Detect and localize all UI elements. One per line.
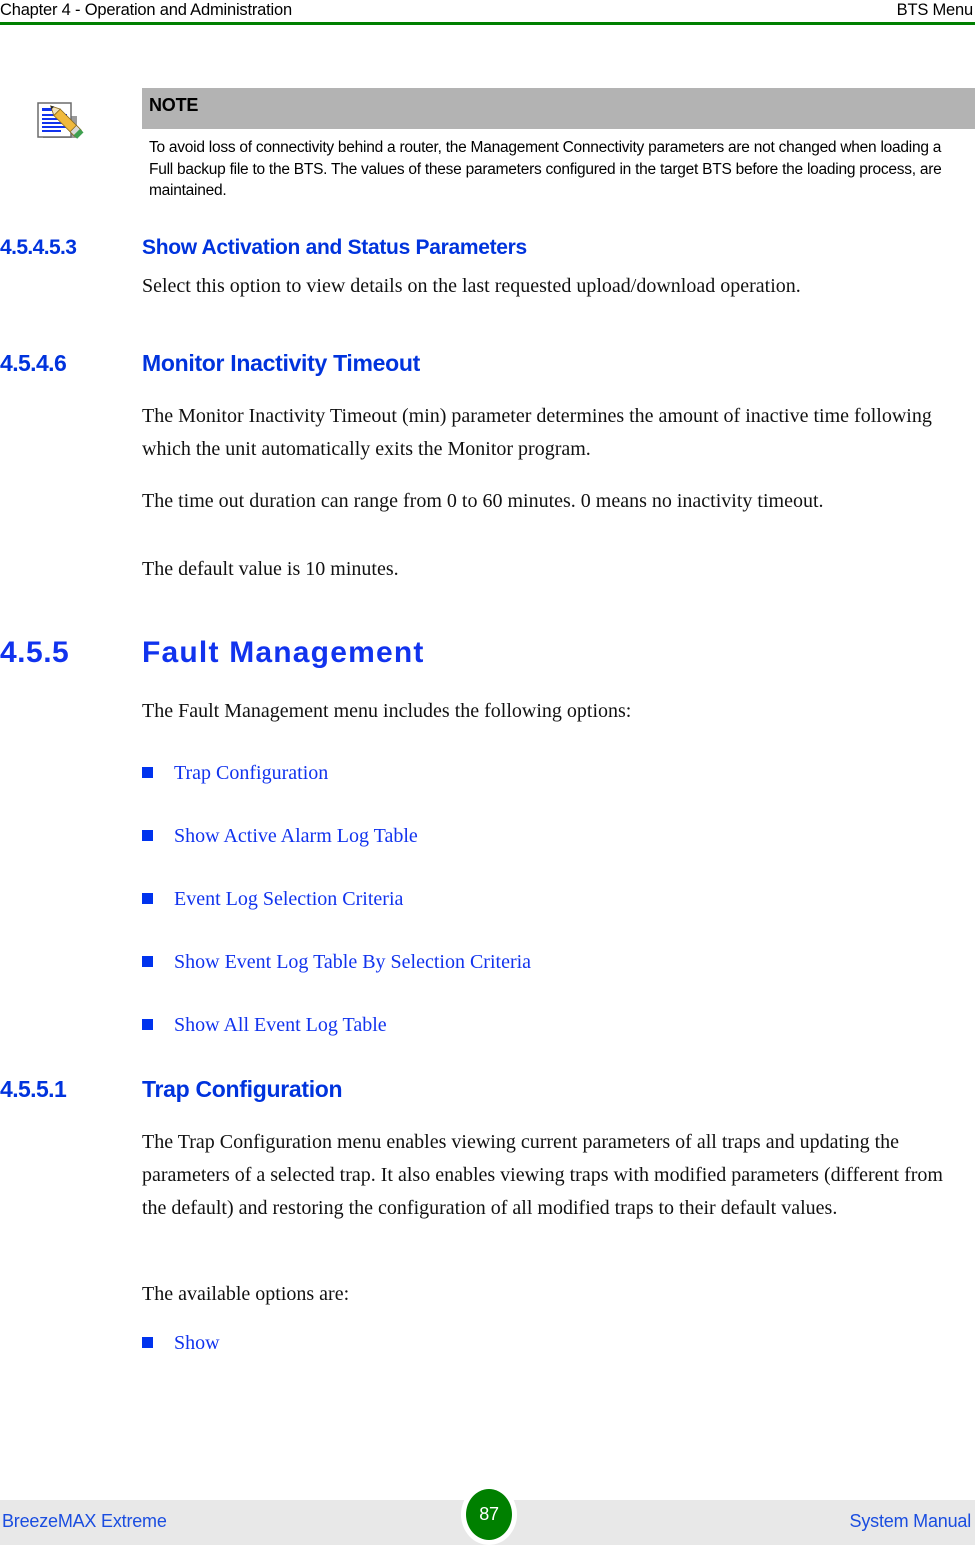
heading-4-5-5-1: 4.5.5.1 Trap Configuration [0,1076,975,1103]
paragraph-monitor-timeout-2: The time out duration can range from 0 t… [142,490,824,512]
list-item[interactable]: Show Active Alarm Log Table [142,823,962,849]
header-section-title: BTS Menu [896,1,974,19]
page-number: 87 [479,1504,499,1524]
bullet-square-icon [142,893,153,904]
note-text: To avoid loss of connectivity behind a r… [149,139,942,199]
paragraph-monitor-timeout-1: The Monitor Inactivity Timeout (min) par… [142,405,932,460]
link-show-all-event-log-table[interactable]: Show All Event Log Table [174,1012,387,1038]
heading-4-5-4-5-3: 4.5.4.5.3 Show Activation and Status Par… [0,236,975,260]
link-show[interactable]: Show [174,1330,220,1356]
paragraph-fault-management-intro: The Fault Management menu includes the f… [142,700,632,722]
bullet-square-icon [142,1019,153,1030]
header-divider-rule [0,22,975,25]
list-item[interactable]: Show Event Log Table By Selection Criter… [142,949,962,975]
heading-title: Monitor Inactivity Timeout [142,350,421,376]
heading-number: 4.5.4.6 [0,350,67,376]
note-body: NOTE To avoid loss of connectivity behin… [142,88,975,202]
link-show-event-log-table-by-selection-criteria[interactable]: Show Event Log Table By Selection Criter… [174,949,531,975]
link-show-active-alarm-log-table[interactable]: Show Active Alarm Log Table [174,823,418,849]
bullet-square-icon [142,1337,153,1348]
page-number-disc: 87 [466,1489,512,1540]
bullet-square-icon [142,956,153,967]
heading-4-5-5: 4.5.5 Fault Management [0,636,975,670]
heading-number: 4.5.5.1 [0,1076,67,1102]
bullet-square-icon [142,767,153,778]
notepad-pencil-icon [30,93,88,151]
heading-number: 4.5.5 [0,636,70,669]
list-item[interactable]: Event Log Selection Criteria [142,886,962,912]
link-trap-configuration[interactable]: Trap Configuration [174,760,328,786]
note-title: NOTE [149,95,199,115]
heading-title: Show Activation and Status Parameters [142,236,527,259]
note-title-bar: NOTE [142,88,975,129]
paragraph-trap-configuration: The Trap Configuration menu enables view… [142,1131,943,1219]
footer-document-type: System Manual [849,1511,972,1531]
paragraph-available-options: The available options are: [142,1283,350,1305]
link-event-log-selection-criteria[interactable]: Event Log Selection Criteria [174,886,403,912]
paragraph-show-activation: Select this option to view details on th… [142,275,801,297]
list-item[interactable]: Show [142,1330,962,1356]
page-number-badge: 87 [461,1484,517,1545]
footer-product-name: BreezeMAX Extreme [2,1511,167,1531]
heading-4-5-4-6: 4.5.4.6 Monitor Inactivity Timeout [0,350,975,377]
heading-number: 4.5.4.5.3 [0,236,77,259]
heading-title: Fault Management [142,636,425,669]
paragraph-monitor-timeout-3: The default value is 10 minutes. [142,558,399,580]
bullet-square-icon [142,830,153,841]
header-chapter-title: Chapter 4 - Operation and Administration [0,1,292,19]
page-footer: BreezeMAX Extreme 87 System Manual [0,1484,975,1545]
list-item[interactable]: Show All Event Log Table [142,1012,962,1038]
list-item[interactable]: Trap Configuration [142,760,962,786]
heading-title: Trap Configuration [142,1076,343,1102]
